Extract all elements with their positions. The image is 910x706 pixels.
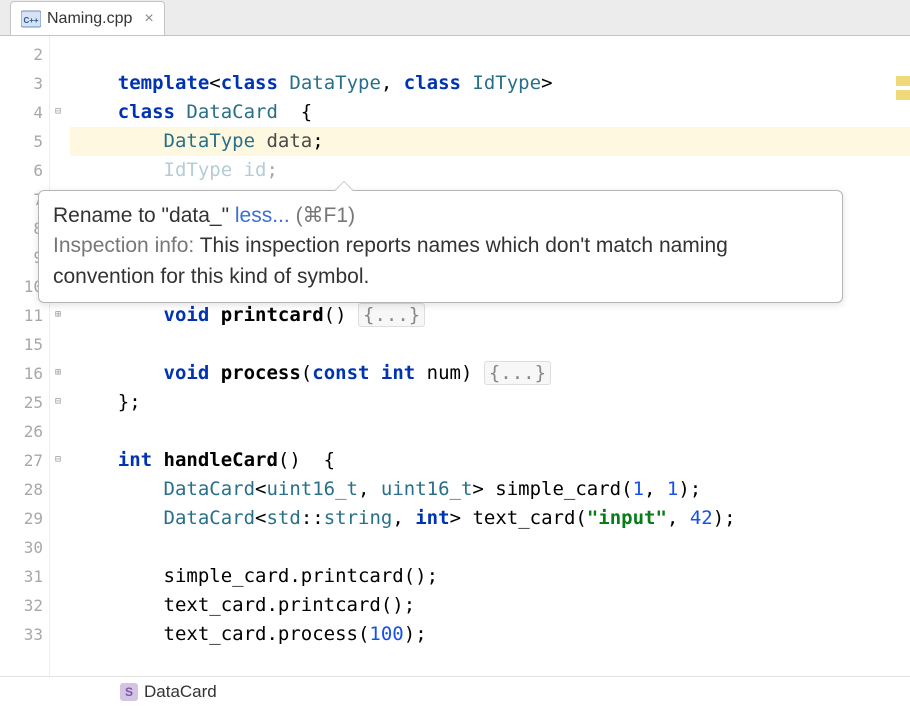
tooltip-line-2: Inspection info: This inspection reports…: [53, 231, 828, 292]
line-number: 25: [0, 388, 49, 417]
fold-toggle-icon[interactable]: ⊞: [52, 309, 64, 320]
code-line[interactable]: simple_card.printcard();: [70, 562, 910, 591]
code-line[interactable]: [70, 330, 910, 359]
inspection-tooltip: Rename to "data_" less... (⌘F1) Inspecti…: [38, 190, 843, 303]
code-line[interactable]: DataCard<uint16_t, uint16_t> simple_card…: [70, 475, 910, 504]
line-number: 30: [0, 533, 49, 562]
line-number: 4: [0, 98, 49, 127]
code-line[interactable]: text_card.process(100);: [70, 620, 910, 649]
code-line[interactable]: [70, 533, 910, 562]
line-number: 6: [0, 156, 49, 185]
breadcrumb-label: DataCard: [144, 682, 217, 702]
fold-toggle-icon[interactable]: ⊞: [52, 367, 64, 378]
code-line[interactable]: void process(const int num) {...}: [70, 359, 910, 388]
cpp-file-icon: C++: [21, 9, 41, 29]
code-line[interactable]: text_card.printcard();: [70, 591, 910, 620]
code-line[interactable]: };: [70, 388, 910, 417]
tooltip-line-1: Rename to "data_" less... (⌘F1): [53, 201, 828, 231]
fold-toggle-icon[interactable]: ⊟: [52, 396, 64, 407]
line-number: 5: [0, 127, 49, 156]
line-number: 33: [0, 620, 49, 649]
line-number: 11: [0, 301, 49, 330]
line-number: 31: [0, 562, 49, 591]
tooltip-arrow: [334, 181, 354, 191]
line-number: 15: [0, 330, 49, 359]
tab-bar: C++ Naming.cpp ×: [0, 0, 910, 36]
fold-toggle-icon[interactable]: ⊟: [52, 454, 64, 465]
line-number: 3: [0, 69, 49, 98]
code-line[interactable]: class DataCard {: [70, 98, 910, 127]
code-line[interactable]: [70, 40, 910, 69]
code-area[interactable]: template<class DataType, class IdType> c…: [70, 36, 910, 676]
breadcrumb-bar[interactable]: S DataCard: [0, 676, 910, 706]
code-line[interactable]: template<class DataType, class IdType>: [70, 69, 910, 98]
code-line[interactable]: void printcard() {...}: [70, 301, 910, 330]
code-line[interactable]: [70, 417, 910, 446]
error-stripe[interactable]: [896, 36, 910, 696]
line-number: 26: [0, 417, 49, 446]
code-line[interactable]: DataCard<std::string, int> text_card("in…: [70, 504, 910, 533]
stripe-marker[interactable]: [896, 90, 910, 100]
svg-text:C++: C++: [23, 16, 38, 25]
struct-icon: S: [120, 683, 138, 701]
line-number: 16: [0, 359, 49, 388]
close-tab-icon[interactable]: ×: [144, 10, 153, 28]
line-number: 27: [0, 446, 49, 475]
fold-gutter[interactable]: ⊟ ⊞ ⊞ ⊟ ⊟: [50, 36, 70, 676]
line-number: 28: [0, 475, 49, 504]
code-editor[interactable]: 2345678910111516252627282930313233 ⊟⊞⊞⊟⊟…: [0, 36, 910, 676]
line-number-gutter: 2345678910111516252627282930313233: [0, 36, 50, 676]
code-line[interactable]: int handleCard() {: [70, 446, 910, 475]
tab-filename: Naming.cpp: [47, 10, 132, 28]
line-number: 29: [0, 504, 49, 533]
stripe-marker[interactable]: [896, 76, 910, 86]
line-number: 2: [0, 40, 49, 69]
code-line[interactable]: IdType id;: [70, 156, 910, 185]
fold-toggle-icon[interactable]: ⊟: [52, 106, 64, 117]
line-number: 32: [0, 591, 49, 620]
file-tab[interactable]: C++ Naming.cpp ×: [10, 1, 165, 35]
less-link[interactable]: less...: [235, 204, 290, 227]
code-line[interactable]: DataType data;: [70, 127, 910, 156]
